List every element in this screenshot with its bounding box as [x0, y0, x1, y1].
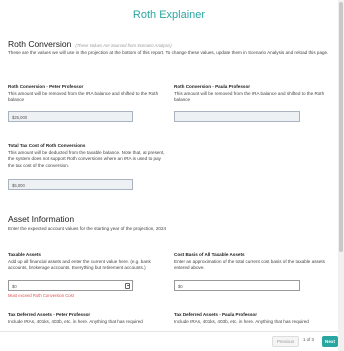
calculator-icon[interactable]	[125, 283, 130, 289]
wizard-footer: Previous 1 of 3 Next	[0, 331, 338, 351]
page-scrollbar[interactable]	[338, 0, 344, 351]
roth-conversion-paula-label: Roth Conversion - Paula Professor	[174, 84, 251, 89]
taxable-assets-error: Must exceed Roth Conversion Cost	[8, 293, 74, 298]
page-indicator: 1 of 3	[303, 337, 314, 342]
cost-basis-label: Cost Basis of All Taxable Assets	[174, 252, 245, 257]
tax-deferred-peter-description: Include IRAs, 401ks, 403b, etc. in here.…	[8, 318, 143, 324]
roth-explainer-page: Roth Explainer Roth Conversion (These Val…	[0, 0, 338, 351]
previous-button[interactable]: Previous	[272, 336, 299, 347]
tax-deferred-paula-group: Tax Deferred Assets - Paula Professor In…	[174, 312, 334, 325]
taxable-assets-label: Taxable Assets	[8, 252, 41, 257]
tax-deferred-paula-label: Tax Deferred Assets - Paula Professor	[174, 312, 257, 317]
asset-information-description: Enter the expected account values for th…	[8, 226, 167, 231]
tax-deferred-paula-description: Include IRAs, 401ks, 403b, etc. in here.…	[174, 318, 309, 324]
roth-conversion-paula-description: This amount will be removed from the IRA…	[174, 90, 325, 103]
roth-conversion-description: These are the values we will use in the …	[8, 50, 329, 55]
tax-cost-group: Total Tax Cost of Roth Conversions This …	[8, 143, 168, 169]
roth-conversion-heading-text: Roth Conversion	[8, 39, 72, 49]
asset-information-heading: Asset Information	[8, 214, 75, 224]
cost-basis-description: Enter an approximation of the total curr…	[174, 258, 325, 271]
tax-deferred-peter-group: Tax Deferred Assets - Peter Professor In…	[8, 312, 168, 325]
tax-deferred-peter-label: Tax Deferred Assets - Peter Professor	[8, 312, 91, 317]
roth-conversion-paula-group: Roth Conversion - Paula Professor This a…	[174, 84, 334, 104]
roth-conversion-peter-label: Roth Conversion - Peter Professor	[8, 84, 84, 89]
scrollbar-thumb[interactable]	[339, 2, 343, 252]
taxable-assets-group: Taxable Assets Add up all financial asse…	[8, 252, 168, 272]
taxable-assets-value: $0	[12, 284, 17, 289]
roth-conversion-paula-input[interactable]	[174, 111, 300, 122]
page-title: Roth Explainer	[132, 9, 206, 21]
roth-conversion-heading: Roth Conversion (These Values Are Sourced…	[8, 39, 172, 49]
taxable-assets-input[interactable]: $0	[8, 280, 133, 291]
roth-conversion-source-note: (These Values Are Sourced from Scenario …	[75, 43, 172, 48]
roth-conversion-peter-group: Roth Conversion - Peter Professor This a…	[8, 84, 168, 104]
tax-cost-description: This amount will be deducted from the ta…	[8, 149, 165, 168]
roth-conversion-peter-input[interactable]: $25,000	[8, 111, 133, 122]
tax-cost-label: Total Tax Cost of Roth Conversions	[8, 143, 86, 148]
tax-cost-input[interactable]: $5,000	[8, 179, 133, 190]
cost-basis-input[interactable]: $0	[174, 280, 300, 291]
cost-basis-group: Cost Basis of All Taxable Assets Enter a…	[174, 252, 334, 272]
next-button[interactable]: Next	[322, 336, 338, 347]
roth-conversion-peter-description: This amount will be removed from the IRA…	[8, 90, 159, 103]
taxable-assets-description: Add up all financial assets and enter th…	[8, 258, 151, 271]
